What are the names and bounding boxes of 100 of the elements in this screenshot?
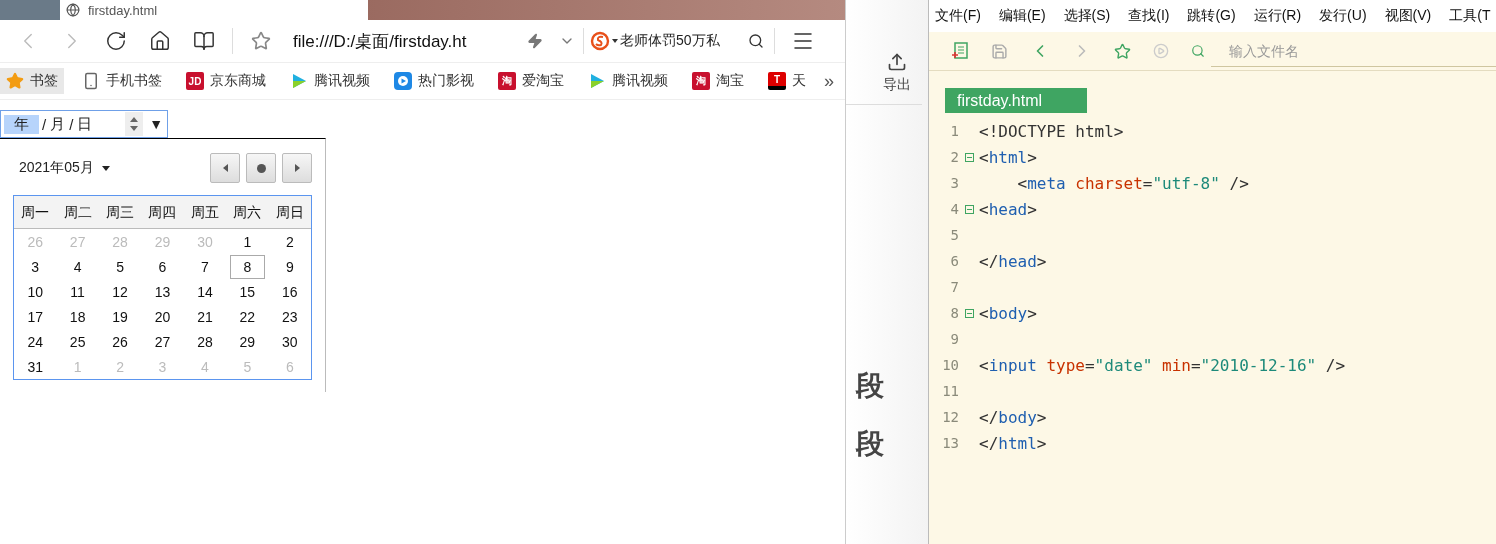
bookmark-item[interactable]: 热门影视 [388,68,480,94]
day-cell[interactable]: 18 [56,305,99,328]
day-cell[interactable]: 22 [226,305,269,328]
menu-item[interactable]: 查找(I) [1128,7,1170,25]
day-cell[interactable]: 8 [230,254,265,279]
globe-icon [66,3,80,17]
day-cell[interactable]: 19 [98,305,142,328]
day-cell[interactable]: 21 [183,305,227,328]
weekday-label: 周四 [147,203,178,222]
star-icon [6,72,24,90]
star-icon[interactable] [251,31,271,51]
bookmark-item[interactable]: T 天 [762,68,812,94]
phone-icon [82,72,100,90]
line-number: 2 [949,149,959,165]
heading-fragment: 段 [856,369,884,403]
day-cell[interactable]: 30 [268,330,311,353]
spinner-icon[interactable] [125,112,144,136]
day-cell[interactable]: 15 [226,280,269,303]
menu-item[interactable]: 选择(S) [1063,7,1111,25]
fold-icon[interactable] [964,152,974,162]
lightning-icon[interactable] [527,33,543,49]
search-icon[interactable] [748,33,764,49]
browser-tab[interactable]: firstday.html [60,0,368,20]
day-cell[interactable]: 16 [268,280,311,303]
bookmark-item[interactable]: JD 京东商城 [180,68,272,94]
day-cell[interactable]: 1 [226,230,269,253]
menu-item[interactable]: 运行(R) [1253,7,1302,25]
upload-icon [887,52,907,72]
menu-item[interactable]: 跳转(G) [1187,7,1236,25]
day-cell[interactable]: 7 [183,255,227,278]
play-logo-icon [290,72,308,90]
day-cell[interactable]: 9 [268,255,311,278]
day-cell[interactable]: 28 [183,330,227,353]
date-input[interactable]: 年 / 月 / 日 ▼ [0,110,168,138]
next-month-button[interactable] [282,153,312,183]
bookmark-item[interactable]: 淘 爱淘宝 [492,68,570,94]
dropdown-arrow[interactable]: ▼ [149,116,163,132]
menu-item[interactable]: 发行(U) [1319,7,1367,25]
bookmark-item[interactable]: 手机书签 [76,68,168,94]
day-cell[interactable]: 6 [141,255,184,278]
reload-icon[interactable] [105,30,127,52]
day-cell[interactable]: 13 [141,280,184,303]
code-line: <meta charset="utf-8" /> [1016,173,1249,193]
day-cell[interactable]: 27 [141,330,184,353]
menu-item[interactable]: 编辑(E) [998,7,1046,25]
new-file-icon[interactable] [951,42,969,60]
previous-month-button[interactable] [210,153,240,183]
export-button[interactable]: 导出 [846,52,922,105]
day-cell[interactable]: 31 [14,355,57,378]
day-cell[interactable]: 25 [56,330,99,353]
menu-item[interactable]: 工具(T [1449,7,1491,25]
code-line: </head> [979,251,1047,271]
left-triangle-icon[interactable] [222,164,228,172]
day-cell[interactable]: 2 [268,230,311,253]
star-icon[interactable] [1114,42,1131,60]
weekday-label: 周日 [274,203,305,222]
bookmark-item[interactable]: 腾讯视频 [582,68,674,94]
day-cell[interactable]: 24 [14,330,57,353]
day-cell[interactable]: 4 [56,255,99,278]
right-triangle-icon[interactable] [294,164,300,172]
play-logo-icon [394,72,412,90]
code-line: <input type="date" min="2010-12-16" /> [979,355,1346,375]
fold-icon[interactable] [964,204,974,214]
weekday-label: 周二 [62,203,93,222]
day-cell[interactable]: 20 [141,305,184,328]
day-cell[interactable]: 10 [14,280,57,303]
file-search-field[interactable]: 输入文件名 [1211,35,1496,67]
bookmark-item[interactable]: 书签 [0,68,64,94]
day-cell[interactable]: 3 [14,255,57,278]
search-engine-icon[interactable] [590,31,620,51]
dot-icon[interactable] [256,163,266,173]
day-cell[interactable]: 12 [98,280,142,303]
menu-item[interactable]: 文件(F) [935,7,981,25]
code-line: <body> [979,303,1037,323]
day-cell[interactable]: 29 [226,330,269,353]
day-cell[interactable]: 14 [183,280,227,303]
month-selector[interactable]: 2021年05月 [13,159,110,177]
line-number: 12 [941,409,959,425]
logo-icon: 淘 [692,72,710,90]
today-button[interactable] [246,153,276,183]
line-number: 7 [949,279,959,295]
search-icon [1191,44,1205,58]
day-cell[interactable]: 5 [98,255,142,278]
book-icon[interactable] [193,30,215,52]
day-cell[interactable]: 23 [268,305,311,328]
day-cell[interactable]: 26 [98,330,142,353]
line-number: 13 [941,435,959,451]
line-number: 6 [949,253,959,269]
day-cell[interactable]: 11 [56,280,99,303]
caret-icon[interactable] [101,165,110,171]
day-cell[interactable]: 17 [14,305,57,328]
menu-item[interactable]: 视图(V) [1384,7,1432,25]
home-icon[interactable] [149,30,171,52]
bookmark-item[interactable]: 淘 淘宝 [686,68,750,94]
search-text[interactable]: 老师体罚50万私 [620,32,744,50]
fold-icon[interactable] [964,308,974,318]
bookmark-item[interactable]: 腾讯视频 [284,68,376,94]
address-field[interactable]: file:///D:/桌面/firstday.ht [293,29,513,53]
line-number: 10 [941,357,959,373]
more-bookmarks-button[interactable]: » [824,70,834,92]
